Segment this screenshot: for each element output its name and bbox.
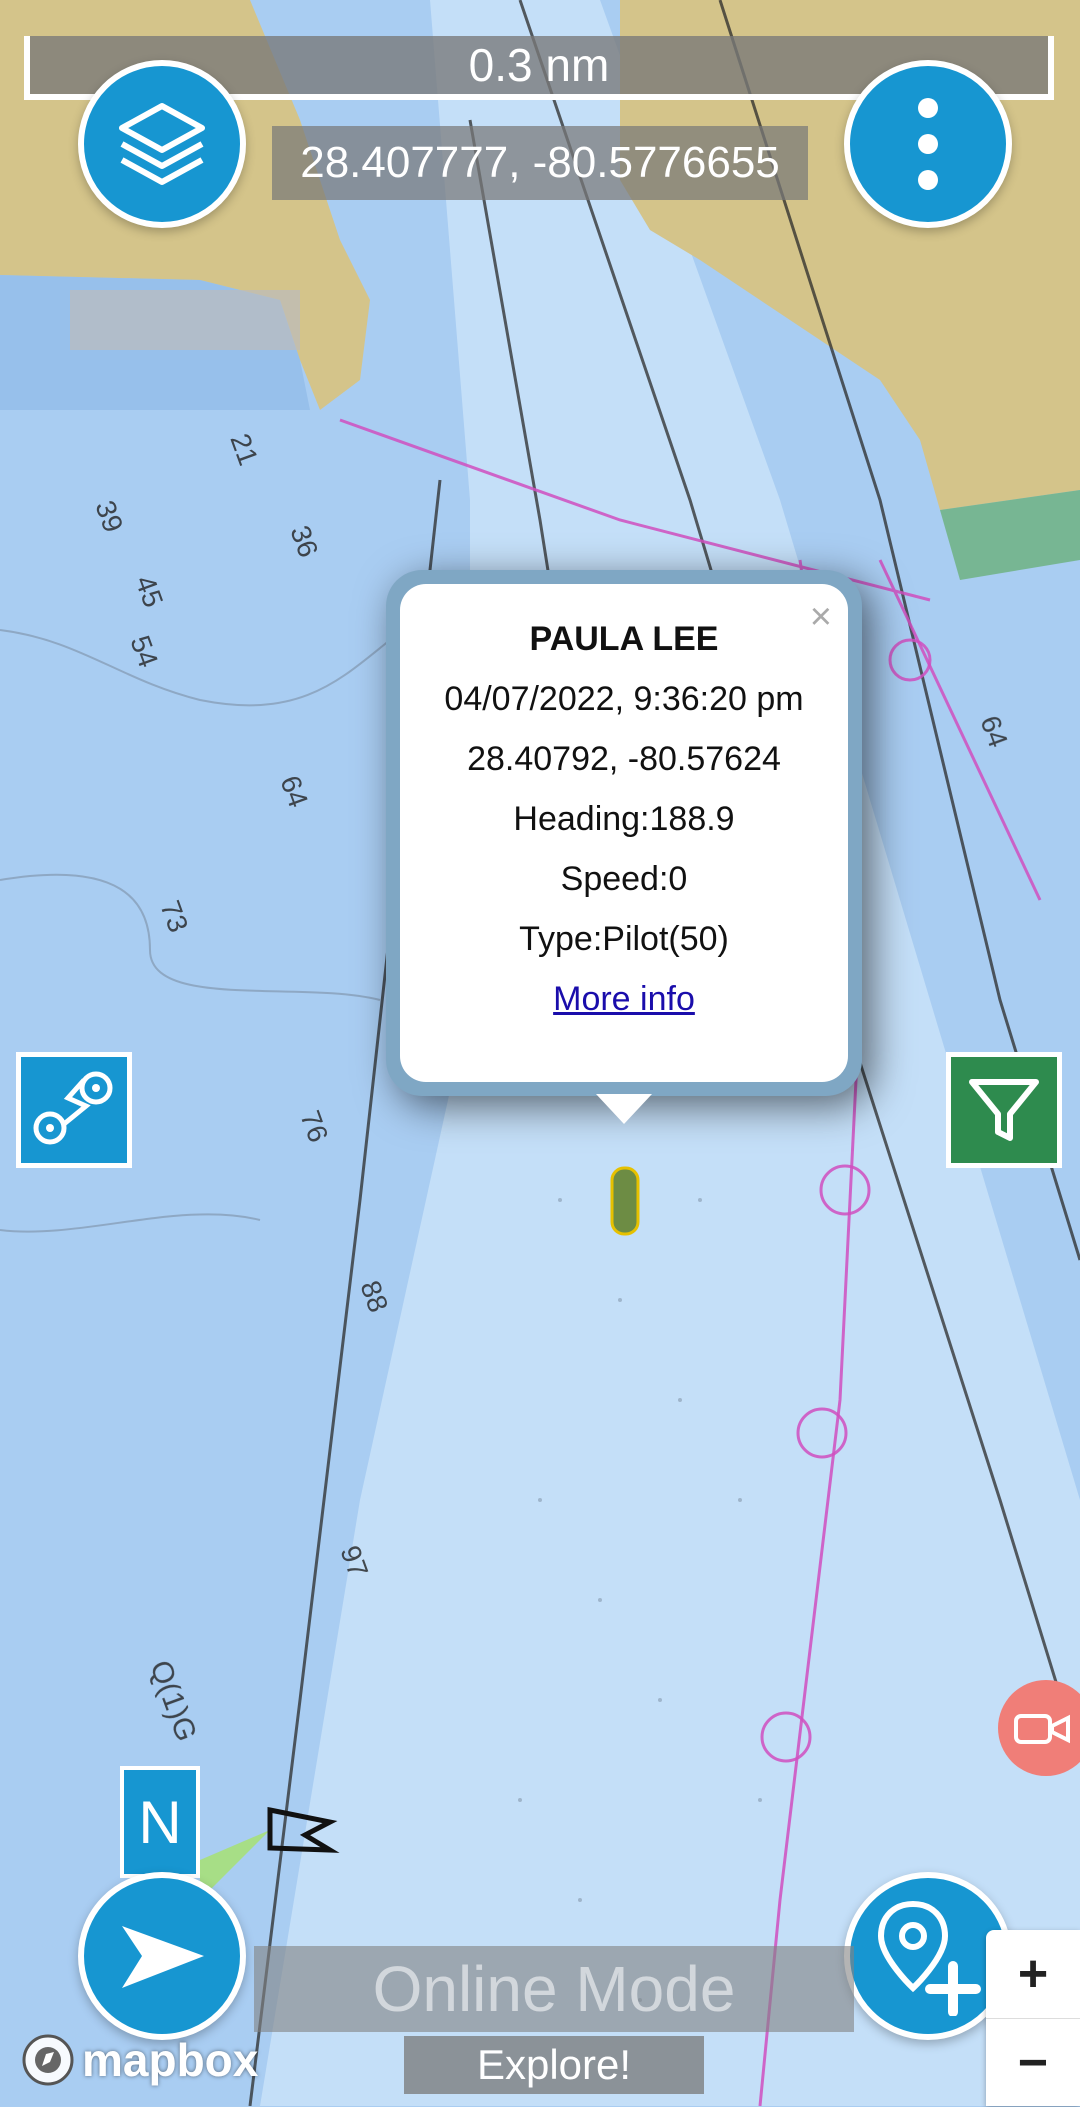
online-mode-banner: Online Mode [254,1946,854,2032]
video-camera-icon [1014,1714,1070,1744]
vessel-speed: Speed:0 [560,860,688,898]
mapbox-logo[interactable]: mapbox [20,2028,258,2092]
vessel-info-popup: × PAULA LEE 04/07/2022, 9:36:20 pm 28.40… [386,570,862,1096]
layers-button[interactable] [78,60,246,228]
online-mode-label: Online Mode [372,1953,736,2025]
mapbox-icon [22,2034,74,2086]
zoom-controls: + − [986,1930,1080,2106]
add-marker-icon [877,1900,981,2016]
vessel-heading: Heading:188.9 [513,800,735,838]
layers-icon [119,103,205,185]
zoom-in-button[interactable]: + [986,1930,1080,2019]
filter-icon [969,1079,1039,1141]
vessel-timestamp: 04/07/2022, 9:36:20 pm [444,680,804,718]
navigation-arrow-icon [122,1926,204,1988]
cursor-coordinates: 28.407777, -80.5776655 [272,126,808,200]
menu-button[interactable] [844,60,1012,228]
route-icon [33,1071,113,1145]
more-info-link[interactable]: More info [553,980,695,1018]
popup-pointer [596,1094,652,1124]
navigate-button[interactable] [78,1872,246,2040]
more-vertical-icon [918,98,938,190]
north-label: N [138,1788,182,1856]
vessel-type: Type:Pilot(50) [519,920,729,958]
zoom-out-button[interactable]: − [986,2019,1080,2107]
popup-content: × PAULA LEE 04/07/2022, 9:36:20 pm 28.40… [400,584,848,1082]
coordinates-text: 28.407777, -80.5776655 [300,138,780,187]
route-button[interactable] [16,1052,132,1168]
filter-button[interactable] [946,1052,1062,1168]
north-indicator[interactable]: N [120,1766,200,1878]
mapbox-wordmark: mapbox [82,2034,259,2086]
scale-label: 0.3 nm [468,39,610,91]
vessel-position: 28.40792, -80.57624 [467,740,781,778]
vessel-name: PAULA LEE [529,620,719,658]
explore-button[interactable]: Explore! [404,2036,704,2094]
explore-label: Explore! [476,2041,632,2088]
